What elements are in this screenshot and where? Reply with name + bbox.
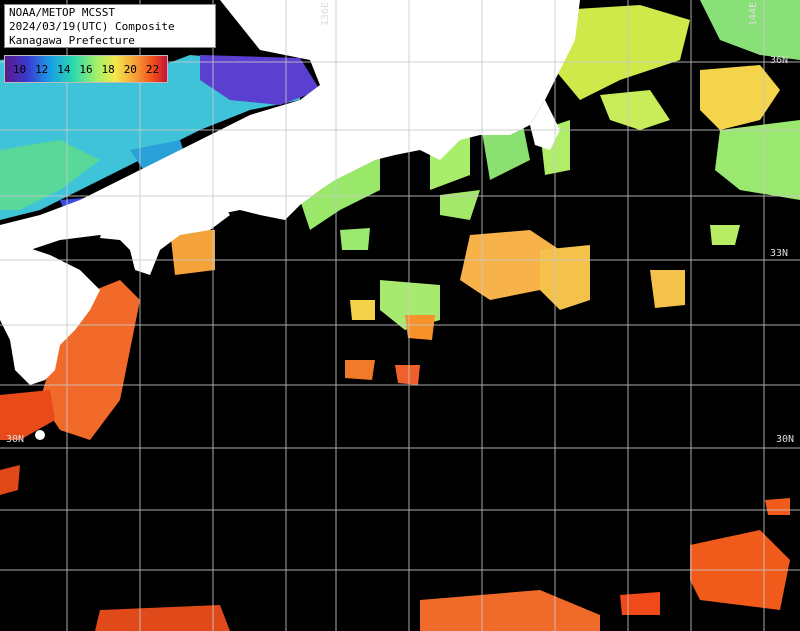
legend-tick: 22 <box>145 62 160 76</box>
legend-tick: 16 <box>79 62 93 76</box>
title-line-2: 2024/03/19(UTC) Composite <box>9 20 175 33</box>
legend-tick: 14 <box>57 62 71 76</box>
longitude-label-136e: 136E <box>320 2 331 27</box>
legend-tick: 10 <box>12 62 27 76</box>
title-line-1: NOAA/METOP MCSST <box>9 6 115 19</box>
temperature-legend: 10 12 14 16 18 20 22 <box>4 55 168 83</box>
grid-layer <box>0 0 800 631</box>
title-line-3: Kanagawa Prefecture <box>9 34 135 47</box>
latitude-label-36n: 36N <box>770 55 789 66</box>
latitude-label-30n-right: 30N <box>776 434 795 445</box>
latitude-label-30n-left: 30N <box>6 434 25 445</box>
sst-map: 136E 144E 36N 33N 30N 30N NOAA/METOP MCS… <box>0 0 800 631</box>
legend-tick: 20 <box>123 62 137 76</box>
legend-tick: 18 <box>101 62 115 76</box>
longitude-label-144e: 144E <box>748 2 759 27</box>
latitude-label-33n: 33N <box>770 248 789 259</box>
map-title-box: NOAA/METOP MCSST 2024/03/19(UTC) Composi… <box>4 4 216 48</box>
legend-tick: 12 <box>35 62 49 76</box>
